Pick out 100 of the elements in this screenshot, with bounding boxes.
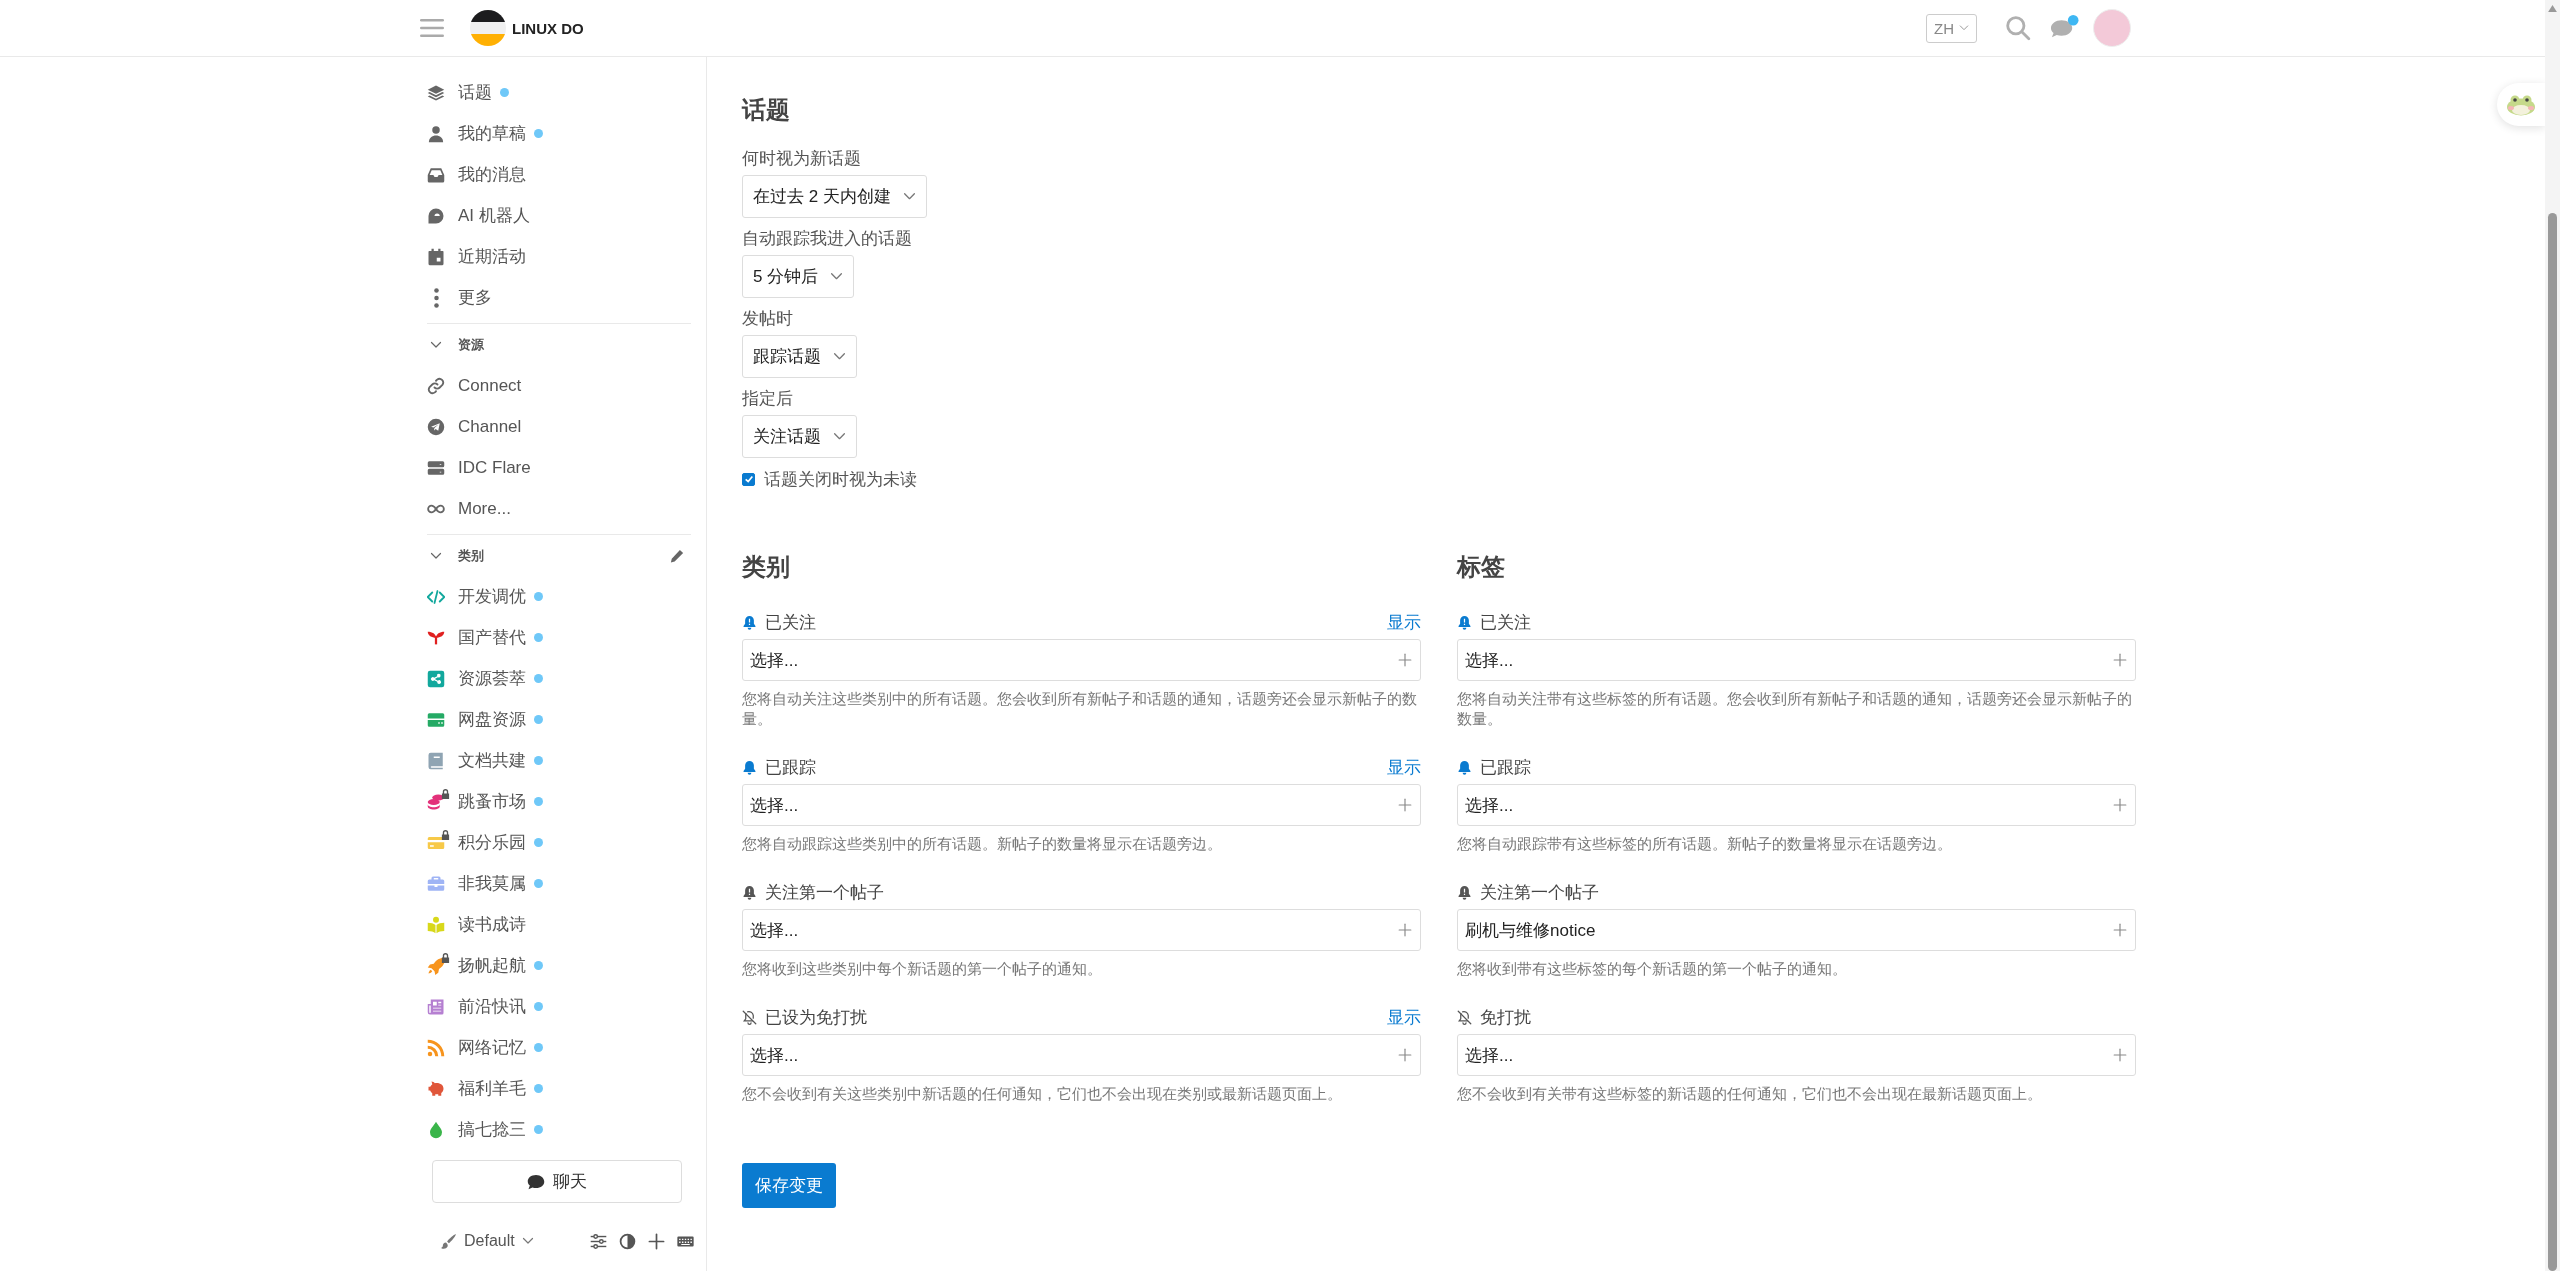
field-label: 关注第一个帖子 xyxy=(1480,881,1600,904)
help-text: 您将自动跟踪这些类别中的所有话题。新帖子的数量将显示在话题旁边。 xyxy=(742,835,1223,854)
section-heading: 类别 xyxy=(742,552,791,582)
speech-bubble-icon xyxy=(527,1173,545,1190)
select-field[interactable]: 选择... xyxy=(1457,1034,2136,1076)
site-name: LINUX DO xyxy=(512,19,584,37)
sidebar-item[interactable]: 扬帆起航 xyxy=(412,945,706,986)
sidebar-item[interactable]: 福利羊毛 xyxy=(412,1068,706,1109)
select-field[interactable]: 选择... xyxy=(742,1034,1421,1076)
select-field[interactable]: 刷机与维修notice xyxy=(1457,909,2136,951)
help-text: 您将收到带有这些标签的每个新话题的第一个帖子的通知。 xyxy=(1457,960,1848,979)
sidebar-item[interactable]: 搞七捻三 xyxy=(412,1109,706,1150)
menu-icon[interactable] xyxy=(420,18,444,38)
sidebar-item[interactable]: Connect xyxy=(412,365,706,406)
sidebar-item[interactable]: 积分乐园 xyxy=(412,822,706,863)
bell-exclamation-icon xyxy=(1457,614,1472,630)
dropdown[interactable]: 跟踪话题 xyxy=(742,335,857,378)
save-button[interactable]: 保存变更 xyxy=(742,1163,836,1208)
contrast-icon[interactable] xyxy=(619,1232,636,1250)
help-text: 您将自动关注带有这些标签的所有话题。您会收到所有新帖子和话题的通知，话题旁还会显示新帖子的数量。 xyxy=(1457,690,2133,729)
layers-icon xyxy=(427,83,445,102)
dropdown[interactable]: 关注话题 xyxy=(742,415,857,458)
bell-exclamation-icon xyxy=(742,884,757,900)
sidebar-item[interactable]: 网络记忆 xyxy=(412,1027,706,1068)
plus-icon xyxy=(1398,653,1412,667)
field-label: 已跟踪 xyxy=(765,756,817,779)
scrollbar-thumb[interactable] xyxy=(2548,213,2557,1271)
sidebar-item[interactable]: 我的草稿 xyxy=(412,113,706,154)
field-label: 指定后 xyxy=(742,388,794,410)
sidebar-item[interactable]: 跳蚤市场 xyxy=(412,781,706,822)
bell-exclamation-icon xyxy=(742,614,757,630)
show-link[interactable]: 显示 xyxy=(1387,755,1421,779)
help-text: 您将收到这些类别中每个新话题的第一个帖子的通知。 xyxy=(742,960,1103,979)
plus-icon xyxy=(1398,1048,1412,1062)
sidebar-item[interactable]: IDC Flare xyxy=(412,447,706,488)
field-label: 何时视为新话题 xyxy=(742,148,862,170)
help-text: 您不会收到有关这些类别中新话题的任何通知，它们也不会出现在类别或最新话题页面上。 xyxy=(742,1085,1343,1104)
field-label: 关注第一个帖子 xyxy=(765,881,885,904)
triangle-icon[interactable] xyxy=(2548,5,2557,12)
plus-icon xyxy=(2113,923,2127,937)
sidebar-item[interactable]: 国产替代 xyxy=(412,617,706,658)
sidebar-item[interactable]: More... xyxy=(412,488,706,529)
chat-button[interactable]: 聊天 xyxy=(432,1160,682,1203)
sidebar-item[interactable]: 话题 xyxy=(412,72,706,113)
show-link[interactable]: 显示 xyxy=(1387,610,1421,634)
sidebar-item[interactable]: 近期活动 xyxy=(412,236,706,277)
select-field[interactable]: 选择... xyxy=(742,784,1421,826)
field-label: 已关注 xyxy=(1480,611,1532,634)
select-field[interactable]: 选择... xyxy=(1457,784,2136,826)
sidebar-item[interactable]: 前沿快讯 xyxy=(412,986,706,1027)
language-button[interactable]: ZH xyxy=(1926,13,1977,43)
bell-slash-icon xyxy=(1457,1009,1472,1025)
frog-drawing xyxy=(2506,93,2536,116)
sidebar-item[interactable]: AI 机器人 xyxy=(412,195,706,236)
inbox-icon xyxy=(427,165,445,184)
dropdown[interactable]: 5 分钟后 xyxy=(742,255,855,298)
select-field[interactable]: 选择... xyxy=(742,639,1421,681)
logo-icon[interactable] xyxy=(470,10,506,46)
bell-exclamation-icon xyxy=(1457,884,1472,900)
select-field[interactable]: 选择... xyxy=(1457,639,2136,681)
plus-icon[interactable] xyxy=(648,1232,665,1250)
bell-slash-icon xyxy=(742,1009,757,1025)
ai-icon xyxy=(427,206,445,225)
sidebar-item[interactable]: 我的消息 xyxy=(412,154,706,195)
show-link[interactable]: 显示 xyxy=(1387,1005,1421,1029)
dropdown[interactable]: 在过去 2 天内创建 xyxy=(742,175,927,218)
section-heading: 话题 xyxy=(742,95,791,125)
brush-icon xyxy=(440,1232,457,1250)
sidebar-item[interactable]: Channel xyxy=(412,406,706,447)
sidebar-item[interactable]: 更多 xyxy=(412,277,706,318)
sidebar-item[interactable]: 开发调优 xyxy=(412,576,706,617)
plus-icon xyxy=(2113,653,2127,667)
calendar-icon xyxy=(427,247,445,266)
sliders-icon[interactable] xyxy=(590,1232,607,1250)
sidebar-item[interactable]: 网盘资源 xyxy=(412,699,706,740)
sidebar-item[interactable]: 文档共建 xyxy=(412,740,706,781)
sidebar-item[interactable]: 读书成诗 xyxy=(412,904,706,945)
bell-icon xyxy=(742,759,757,775)
field-label: 已设为免打扰 xyxy=(765,1006,868,1029)
sidebar-item[interactable]: 非我莫属 xyxy=(412,863,706,904)
user-icon xyxy=(427,124,445,143)
server-icon xyxy=(427,458,445,477)
field-label: 已关注 xyxy=(765,611,817,634)
plus-icon xyxy=(1398,798,1412,812)
help-text: 您将自动跟踪带有这些标签的所有话题。新帖子的数量将显示在话题旁边。 xyxy=(1457,835,1953,854)
field-label: 发帖时 xyxy=(742,308,794,330)
plus-icon xyxy=(2113,1048,2127,1062)
pencil-icon[interactable] xyxy=(670,548,684,563)
select-field[interactable]: 选择... xyxy=(742,909,1421,951)
kebab-menu-icon xyxy=(434,287,439,308)
plus-icon xyxy=(2113,798,2127,812)
paper-plane-icon xyxy=(427,417,445,436)
section-heading: 标签 xyxy=(1457,552,1506,582)
section-title[interactable]: 资源 xyxy=(458,335,684,354)
scrollbar[interactable] xyxy=(2545,0,2560,1271)
theme-selector[interactable]: Default xyxy=(440,1232,534,1250)
help-text: 您不会收到有关带有这些标签的新话题的任何通知，它们也不会出现在最新话题页面上。 xyxy=(1457,1085,2043,1104)
sidebar-item[interactable]: 资源荟萃 xyxy=(412,658,706,699)
section-title[interactable]: 类别 xyxy=(458,546,657,565)
checkbox[interactable] xyxy=(742,472,755,486)
